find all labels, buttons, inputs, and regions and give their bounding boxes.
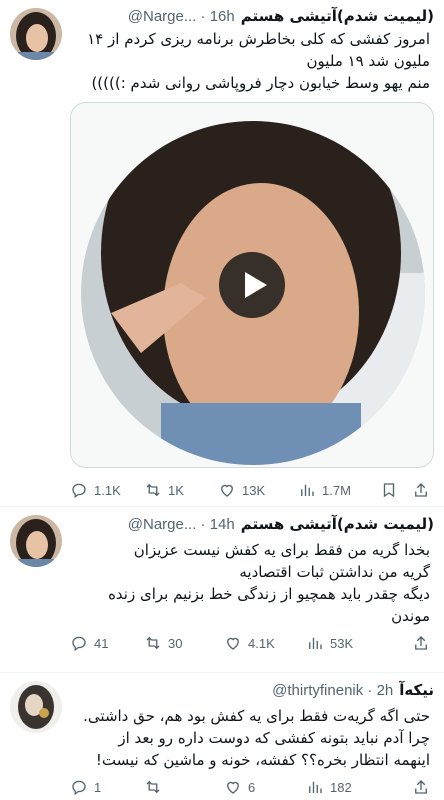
tweet-text-line: گریه من نداشتن ثبات اقتصادیه	[239, 563, 430, 581]
tweet-text: امروز کفشی که کلی بخاطرش برنامه ریزی کرد…	[70, 28, 430, 94]
repost-icon	[146, 636, 160, 650]
share-icon	[415, 780, 427, 794]
action-bar: 41 30 4.1K 53K	[70, 633, 430, 653]
reply-count: 1	[94, 779, 102, 795]
tweet-text: بخدا گریه من فقط برای یه کفش نیست عزیزان…	[70, 539, 430, 627]
avatar[interactable]	[10, 8, 62, 60]
avatar[interactable]	[10, 681, 62, 733]
like-count: 13K	[242, 482, 266, 498]
tweet-text-line: چرا آدم نباید بتونه کفشی که دوست داره رو…	[118, 729, 430, 747]
tweet-time[interactable]: @thirtyfinenik · 2h	[272, 682, 393, 699]
heart-icon	[227, 637, 239, 650]
tweet-text-line: امروز کفشی که کلی بخاطرش برنامه ریزی کرد…	[87, 30, 430, 48]
views-icon	[301, 484, 314, 496]
tweet-text-line: موندن	[391, 607, 430, 625]
tweet-text-line: اینهمه انتظار بخره؟؟ کفشه، خونه و ماشین …	[95, 751, 430, 769]
tweet-time[interactable]: @Narge... · 16h	[128, 8, 235, 25]
like-button[interactable]: 4.1K	[224, 634, 306, 652]
views-button[interactable]: 182	[306, 778, 388, 796]
reply-icon	[72, 780, 86, 796]
tweet-1[interactable]: @Narge... · 16h (لیمیت شدم)آتیشی هستم ام…	[0, 0, 444, 505]
display-name[interactable]: (لیمیت شدم)آتیشی هستم	[241, 515, 434, 533]
repost-icon	[146, 780, 160, 794]
views-count: 53K	[330, 635, 354, 651]
reply-button[interactable]: 41	[70, 634, 144, 652]
tweet-text: حتی اگه گریه‌ت فقط برای یه کفش بود هم، ح…	[70, 705, 430, 771]
bookmark-icon	[383, 483, 395, 498]
repost-button[interactable]: 30	[144, 634, 224, 652]
heart-icon	[227, 781, 239, 794]
video-thumbnail[interactable]	[70, 102, 434, 468]
reply-button[interactable]: 1	[70, 778, 144, 796]
repost-button[interactable]: 1K	[144, 481, 218, 499]
tweet-header: @Narge... · 14h (لیمیت شدم)آتیشی هستم	[72, 513, 434, 535]
avatar[interactable]	[10, 515, 62, 567]
repost-button[interactable]	[144, 778, 224, 796]
like-button[interactable]: 13K	[218, 481, 298, 499]
tweet-text-line: منم یهو وسط خیابون دچار فروپاشی روانی شد…	[91, 74, 430, 92]
tweet-text-line: بخدا گریه من فقط برای یه کفش نیست عزیزان	[133, 541, 430, 559]
tweet-header: @Narge... · 16h (لیمیت شدم)آتیشی هستم	[72, 5, 434, 27]
views-count: 182	[330, 779, 352, 795]
tweet-text-line: ملیون شد ۱۹ ملیون	[306, 52, 430, 70]
share-button[interactable]	[412, 481, 430, 499]
repost-count: 1K	[168, 482, 184, 498]
tweet-2[interactable]: @Narge... · 14h (لیمیت شدم)آتیشی هستم بخ…	[0, 507, 444, 671]
tweet-time[interactable]: @Narge... · 14h	[128, 516, 235, 533]
play-icon[interactable]	[219, 252, 285, 318]
tweet-3[interactable]: @thirtyfinenik · 2h نیکه‌آ حتی اگه گریه‌…	[0, 673, 444, 800]
repost-count: 30	[168, 635, 183, 651]
like-button[interactable]: 6	[224, 778, 306, 796]
views-button[interactable]: 53K	[306, 634, 388, 652]
views-icon	[309, 781, 322, 793]
reply-count: 1.1K	[94, 482, 121, 498]
views-icon	[309, 637, 322, 649]
repost-icon	[146, 483, 160, 497]
share-button[interactable]	[412, 778, 430, 796]
share-icon	[415, 636, 427, 650]
action-bar: 1.1K 1K 13K 1.7M	[70, 480, 430, 500]
tweet-text-line: حتی اگه گریه‌ت فقط برای یه کفش بود هم، ح…	[83, 707, 430, 725]
views-button[interactable]: 1.7M	[298, 481, 380, 499]
share-icon	[415, 483, 427, 497]
reply-button[interactable]: 1.1K	[70, 481, 144, 499]
views-count: 1.7M	[322, 482, 351, 498]
share-button[interactable]	[412, 634, 430, 652]
action-bar: 1 6 182	[70, 777, 430, 797]
heart-icon	[221, 484, 233, 497]
display-name[interactable]: نیکه‌آ	[399, 681, 434, 699]
like-count: 4.1K	[248, 635, 275, 651]
reply-icon	[72, 483, 86, 499]
tweet-header: @thirtyfinenik · 2h نیکه‌آ	[72, 679, 434, 701]
reply-count: 41	[94, 635, 109, 651]
like-count: 6	[248, 779, 256, 795]
display-name[interactable]: (لیمیت شدم)آتیشی هستم	[241, 7, 434, 25]
reply-icon	[72, 636, 86, 652]
tweet-text-line: دیگه چقدر باید همچیو از زندگی خط بزنیم ب…	[108, 585, 430, 603]
bookmark-button[interactable]	[380, 481, 408, 499]
